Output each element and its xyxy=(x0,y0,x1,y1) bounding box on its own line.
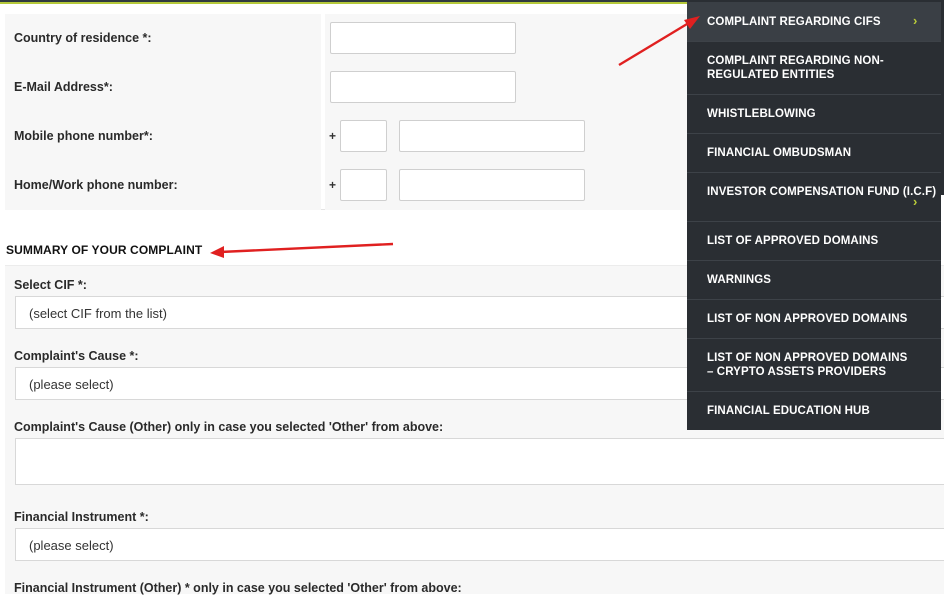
summary-heading: SUMMARY OF YOUR COMPLAINT xyxy=(6,243,203,257)
menu-item-financial-ombudsman[interactable]: FINANCIAL OMBUDSMAN xyxy=(687,134,941,173)
plus-sign: + xyxy=(329,129,337,143)
country-input[interactable] xyxy=(330,22,516,54)
menu-item-label: INVESTOR COMPENSATION FUND (I.C.F) xyxy=(707,186,937,198)
select-cif-label: Select CIF *: xyxy=(14,278,87,292)
menu-item-label: WHISTLEBLOWING xyxy=(707,108,816,120)
menu-item-label: COMPLAINT REGARDING CIFS xyxy=(707,16,881,28)
menu-item-label: FINANCIAL EDUCATION HUB xyxy=(707,405,870,417)
menu-item-label: WARNINGS xyxy=(707,274,772,286)
home-phone-row: Home/Work phone number: + xyxy=(5,161,711,210)
complaints-dropdown-menu: COMPLAINT REGARDING CIFS › COMPLAINT REG… xyxy=(687,0,941,430)
menu-item-label: LIST OF NON APPROVED DOMAINS – CRYPTO AS… xyxy=(707,352,908,378)
financial-instrument-label: Financial Instrument *: xyxy=(14,510,149,524)
menu-item-non-approved-domains[interactable]: LIST OF NON APPROVED DOMAINS xyxy=(687,300,941,339)
country-label: Country of residence *: xyxy=(14,31,152,45)
complaint-cause-other-label: Complaint's Cause (Other) only in case y… xyxy=(14,420,444,434)
menu-item-financial-education-hub[interactable]: FINANCIAL EDUCATION HUB xyxy=(687,392,941,430)
menu-item-label: LIST OF APPROVED DOMAINS xyxy=(707,235,879,247)
menu-item-whistleblowing[interactable]: WHISTLEBLOWING xyxy=(687,95,941,134)
home-phone-label: Home/Work phone number: xyxy=(14,178,178,192)
menu-item-complaint-cifs[interactable]: COMPLAINT REGARDING CIFS › xyxy=(687,2,941,42)
complaint-cause-label: Complaint's Cause *: xyxy=(14,349,139,363)
menu-item-label: FINANCIAL OMBUDSMAN xyxy=(707,147,852,159)
annotation-arrow-icon xyxy=(210,242,394,258)
menu-item-complaint-non-regulated[interactable]: COMPLAINT REGARDING NON-REGULATED ENTITI… xyxy=(687,42,941,95)
chevron-right-icon: › xyxy=(913,194,918,209)
chevron-right-icon: › xyxy=(913,13,918,28)
financial-instrument-dropdown[interactable]: (please select) xyxy=(15,528,944,561)
plus-sign: + xyxy=(329,178,337,192)
financial-instrument-other-label: Financial Instrument (Other) * only in c… xyxy=(14,581,462,595)
complaint-cause-value: (please select) xyxy=(29,377,114,392)
menu-item-warnings[interactable]: WARNINGS xyxy=(687,261,941,300)
menu-item-approved-domains[interactable]: LIST OF APPROVED DOMAINS xyxy=(687,222,941,261)
mobile-country-code-input[interactable] xyxy=(340,120,387,152)
home-number-input[interactable] xyxy=(399,169,585,201)
mobile-number-input[interactable] xyxy=(399,120,585,152)
menu-item-non-approved-crypto[interactable]: LIST OF NON APPROVED DOMAINS – CRYPTO AS… xyxy=(687,339,941,392)
email-row: E-Mail Address*: xyxy=(5,63,711,112)
menu-item-label: COMPLAINT REGARDING NON-REGULATED ENTITI… xyxy=(707,55,884,81)
mobile-row: Mobile phone number*: + xyxy=(5,112,711,161)
email-label: E-Mail Address*: xyxy=(14,80,113,94)
home-country-code-input[interactable] xyxy=(340,169,387,201)
contact-section: Country of residence *: E-Mail Address*:… xyxy=(5,4,711,210)
financial-instrument-value: (please select) xyxy=(29,538,114,553)
select-cif-value: (select CIF from the list) xyxy=(29,306,167,321)
menu-item-investor-compensation-fund[interactable]: INVESTOR COMPENSATION FUND (I.C.F) › xyxy=(687,173,941,222)
menu-item-label: LIST OF NON APPROVED DOMAINS xyxy=(707,313,908,325)
country-row: Country of residence *: xyxy=(5,14,711,63)
email-input[interactable] xyxy=(330,71,516,103)
complaint-cause-other-textarea[interactable] xyxy=(15,438,944,485)
mobile-label: Mobile phone number*: xyxy=(14,129,153,143)
